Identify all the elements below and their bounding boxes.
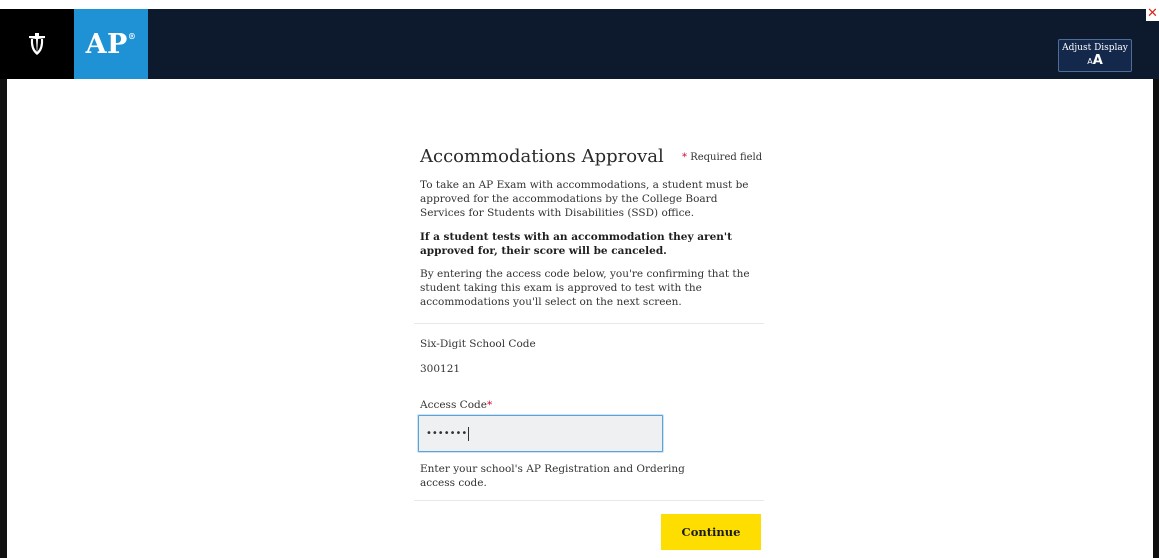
divider [414, 500, 764, 501]
confirmation-paragraph: By entering the access code below, you'r… [420, 268, 750, 308]
access-code-field[interactable]: ••••••• [418, 415, 663, 452]
required-field-note: * Required field [682, 152, 763, 163]
access-code-value: ••••••• [426, 428, 468, 439]
left-edge [0, 79, 7, 558]
right-edge [1153, 79, 1159, 558]
close-icon[interactable]: ✕ [1146, 7, 1159, 21]
intro-paragraph: To take an AP Exam with accommodations, … [420, 179, 749, 219]
ap-logo-text: AP® [85, 28, 137, 60]
divider [414, 323, 764, 324]
text-size-icon: AA [1087, 52, 1103, 68]
app-header: AP® Adjust Display AA [0, 9, 1159, 79]
continue-button[interactable]: Continue [661, 514, 761, 550]
ap-logo: AP® [74, 9, 148, 79]
access-code-hint: Enter your school's AP Registration and … [420, 463, 685, 489]
text-caret [468, 426, 470, 441]
acorn-icon [29, 33, 45, 55]
page-title: Accommodations Approval [420, 146, 664, 167]
adjust-display-button[interactable]: Adjust Display AA [1058, 39, 1132, 72]
warning-paragraph: If a student tests with an accommodation… [420, 231, 732, 257]
school-code-value: 300121 [420, 363, 461, 375]
school-code-label: Six-Digit School Code [420, 338, 536, 350]
college-board-logo [0, 9, 74, 79]
access-code-label: Access Code* [420, 399, 493, 411]
top-strip [0, 0, 1159, 9]
